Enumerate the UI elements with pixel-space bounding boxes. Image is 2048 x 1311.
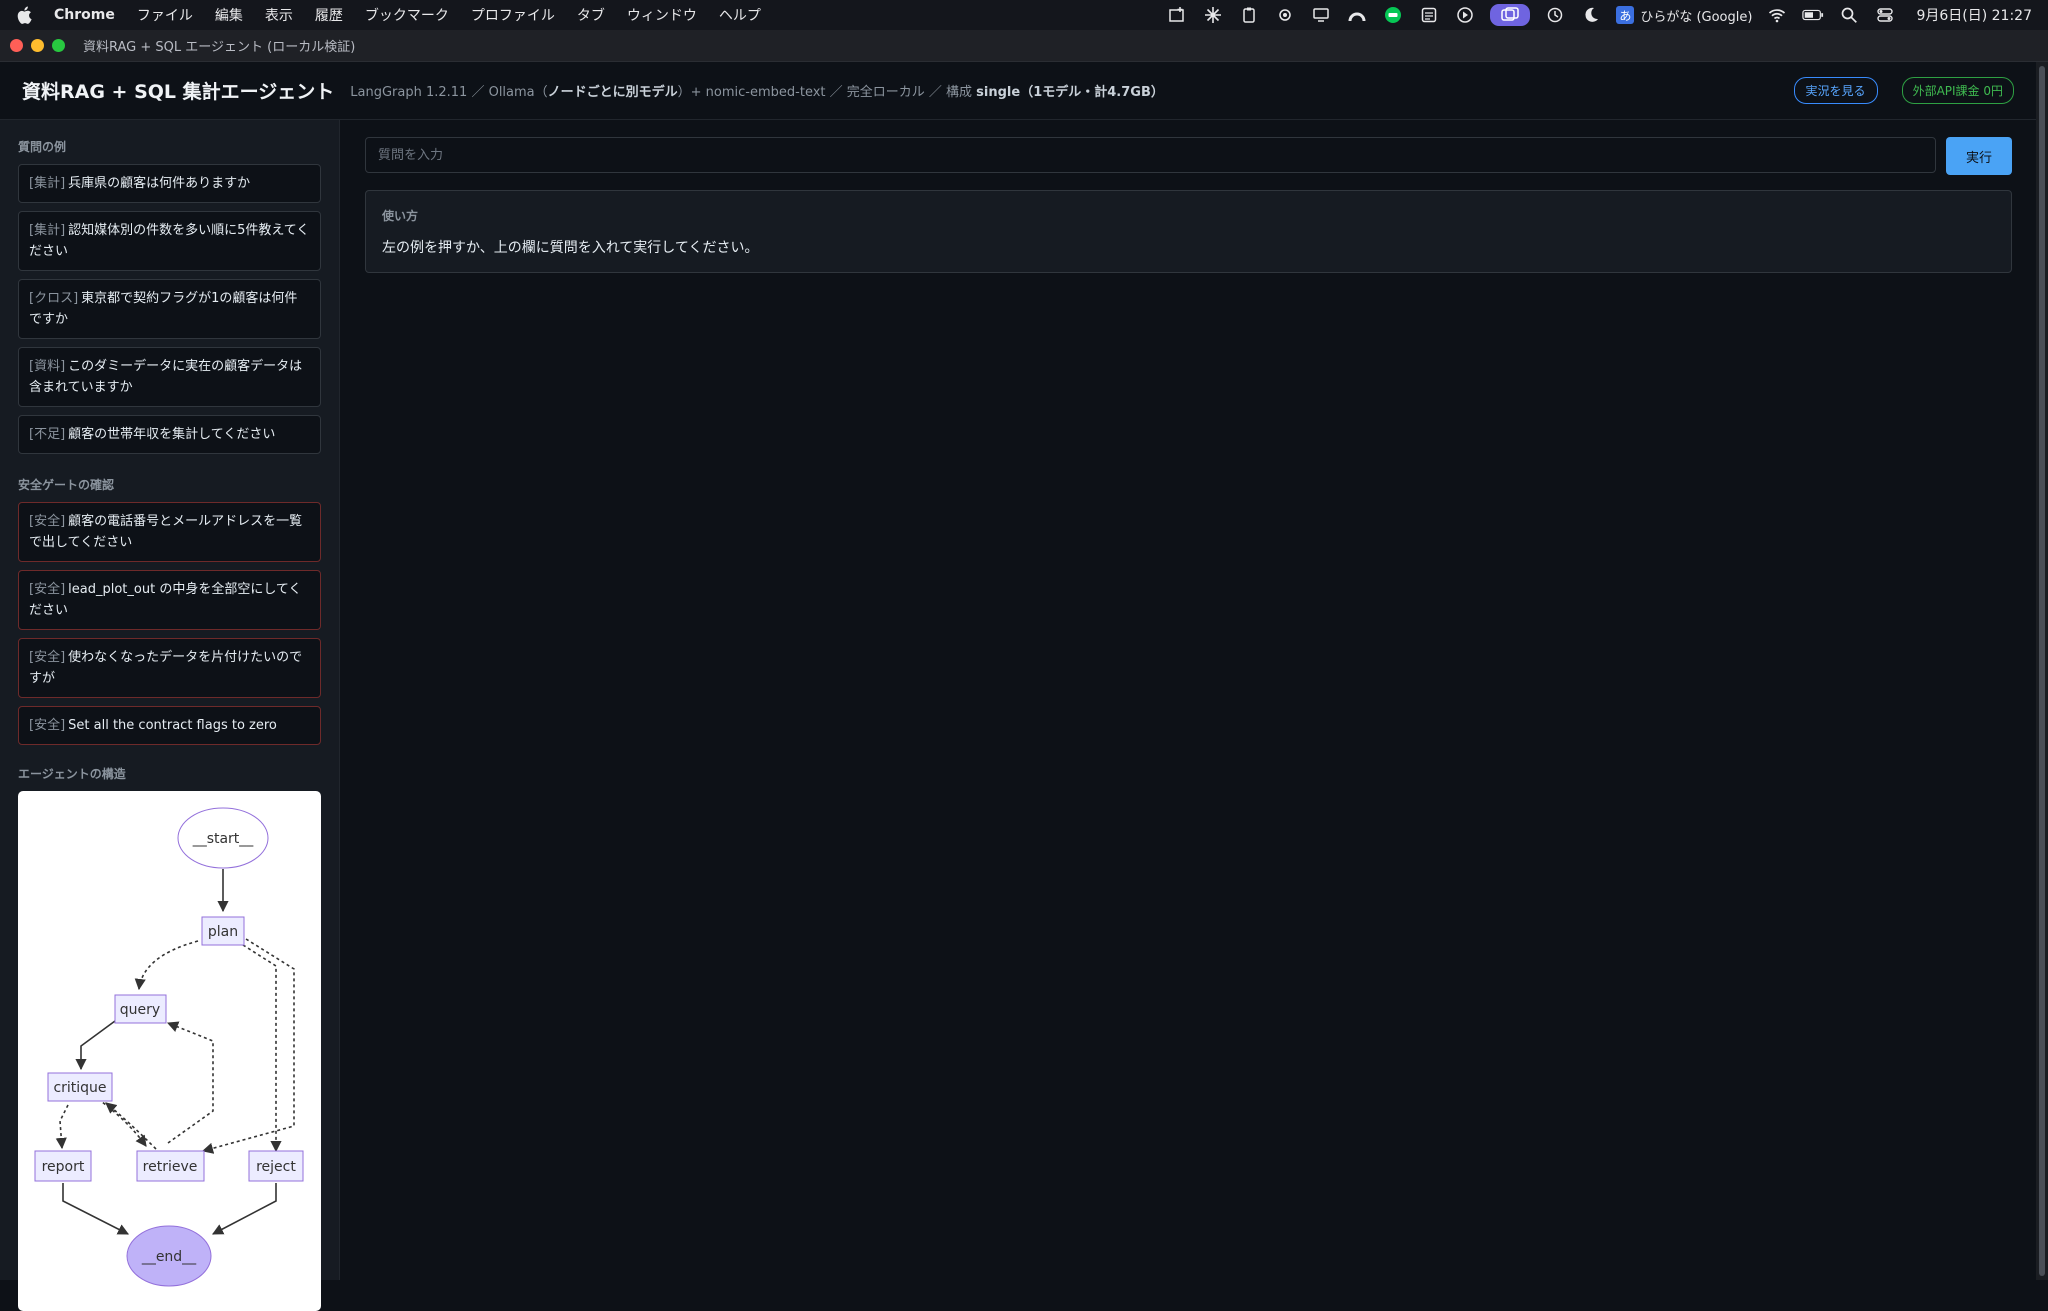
sparkle-icon[interactable]: [1202, 5, 1224, 25]
menu-file[interactable]: ファイル: [137, 5, 193, 25]
graph-node-retrieve: retrieve: [136, 1150, 205, 1182]
window-titlebar: 資料RAG + SQL エージェント (ローカル検証): [0, 30, 2048, 62]
apple-icon[interactable]: [16, 5, 34, 25]
safety-example-item[interactable]: [安全] lead_plot_out の中身を全部空にしてください: [18, 570, 321, 630]
menu-edit[interactable]: 編集: [215, 5, 243, 25]
safety-example-item[interactable]: [安全] Set all the contract flags to zero: [18, 706, 321, 745]
menu-app-name[interactable]: Chrome: [54, 7, 115, 23]
svg-text:query: query: [120, 1002, 160, 1018]
usage-title: 使い方: [382, 209, 419, 223]
svg-text:__end__: __end__: [141, 1249, 197, 1265]
live-view-button[interactable]: 実況を見る: [1793, 77, 1878, 104]
page-subtitle: LangGraph 1.2.11 ／ Ollama（ノードごとに別モデル）+ n…: [350, 85, 1164, 100]
svg-text:plan: plan: [208, 924, 238, 940]
menu-profiles[interactable]: プロファイル: [471, 5, 555, 25]
macos-menubar: Chrome ファイル 編集 表示 履歴 ブックマーク プロファイル タブ ウィ…: [0, 0, 2048, 30]
svg-text:retrieve: retrieve: [143, 1159, 198, 1175]
graph-node-plan: plan: [201, 916, 245, 946]
arc-icon[interactable]: [1346, 5, 1368, 25]
query-row: 実行: [365, 137, 2012, 175]
structure-section-title: エージェントの構造: [18, 767, 126, 781]
svg-text:__start__: __start__: [192, 831, 255, 847]
graph-node-query: query: [114, 994, 167, 1024]
api-cost-badge: 外部API課金 0円: [1901, 77, 2014, 104]
display-icon[interactable]: [1310, 5, 1332, 25]
sidebar: 質問の例 [集計] 兵庫県の顧客は何件ありますか [集計] 認知媒体別の件数を多い順…: [0, 120, 340, 1311]
notes-icon[interactable]: [1418, 5, 1440, 25]
ime-icon: あ: [1616, 6, 1635, 24]
page-scrollbar[interactable]: [2036, 62, 2048, 1280]
graph-node-critique: critique: [47, 1072, 113, 1102]
battery-icon[interactable]: [1802, 5, 1824, 25]
zoom-window-button[interactable]: [52, 39, 65, 52]
example-item[interactable]: [集計] 兵庫県の顧客は何件ありますか: [18, 164, 321, 203]
run-button[interactable]: 実行: [1946, 137, 2012, 175]
scrollbar-thumb[interactable]: [2039, 66, 2045, 1276]
input-method-menu[interactable]: あ ひらがな (Google): [1616, 6, 1752, 25]
app-header: 資料RAG + SQL 集計エージェント LangGraph 1.2.11 ／ …: [0, 62, 2036, 120]
window-title: 資料RAG + SQL エージェント (ローカル検証): [83, 40, 356, 55]
agent-graph-diagram: __start__ plan query critique report ret…: [18, 791, 321, 1311]
menu-help[interactable]: ヘルプ: [719, 5, 761, 25]
svg-text:report: report: [42, 1159, 85, 1175]
safety-section-title: 安全ゲートの確認: [18, 478, 115, 492]
example-item[interactable]: [不足] 顧客の世帯年収を集計してください: [18, 415, 321, 454]
window-switcher-icon[interactable]: [1490, 4, 1531, 26]
control-center-icon[interactable]: [1874, 5, 1896, 25]
example-item[interactable]: [クロス] 東京都で契約フラグが1の顧客は何件ですか: [18, 279, 321, 339]
clipboard-icon[interactable]: [1238, 5, 1260, 25]
menu-bookmarks[interactable]: ブックマーク: [365, 5, 449, 25]
close-window-button[interactable]: [10, 39, 23, 52]
wifi-icon[interactable]: [1766, 5, 1788, 25]
time-machine-icon[interactable]: [1544, 5, 1566, 25]
minimize-window-button[interactable]: [31, 39, 44, 52]
traffic-lights: [10, 39, 65, 52]
ime-label: ひらがな (Google): [1640, 9, 1753, 25]
safety-example-item[interactable]: [安全] 顧客の電話番号とメールアドレスを一覧で出してください: [18, 502, 321, 562]
usage-text: 左の例を押すか、上の欄に質問を入れて実行してください。: [382, 240, 759, 256]
question-input[interactable]: [365, 137, 1936, 173]
svg-text:critique: critique: [53, 1080, 106, 1096]
play-icon[interactable]: [1454, 5, 1476, 25]
screenshot-icon[interactable]: [1166, 5, 1188, 25]
example-item[interactable]: [資料] このダミーデータに実在の顧客データは含まれていますか: [18, 347, 321, 407]
menu-history[interactable]: 履歴: [315, 5, 343, 25]
moon-icon[interactable]: [1580, 5, 1602, 25]
graph-node-end: __end__: [126, 1225, 212, 1287]
graph-node-start: __start__: [177, 807, 269, 869]
example-item[interactable]: [集計] 認知媒体別の件数を多い順に5件教えてください: [18, 211, 321, 271]
graph-node-report: report: [34, 1150, 92, 1182]
examples-section-title: 質問の例: [18, 140, 67, 154]
gear-icon[interactable]: [1274, 5, 1296, 25]
menu-view[interactable]: 表示: [265, 5, 293, 25]
spotlight-search-icon[interactable]: [1838, 5, 1860, 25]
svg-text:reject: reject: [256, 1159, 296, 1175]
usage-panel: 使い方 左の例を押すか、上の欄に質問を入れて実行してください。: [365, 190, 2012, 273]
main-panel: 実行 使い方 左の例を押すか、上の欄に質問を入れて実行してください。: [341, 120, 2036, 1280]
page-title: 資料RAG + SQL 集計エージェント: [22, 81, 335, 103]
menu-tab[interactable]: タブ: [577, 5, 605, 25]
menubar-clock[interactable]: 9月6日(日) 21:27: [1916, 5, 2032, 25]
safety-example-item[interactable]: [安全] 使わなくなったデータを片付けたいのですが: [18, 638, 321, 698]
graph-node-reject: reject: [248, 1150, 304, 1182]
menu-window[interactable]: ウィンドウ: [627, 5, 697, 25]
line-app-icon[interactable]: [1382, 5, 1404, 25]
